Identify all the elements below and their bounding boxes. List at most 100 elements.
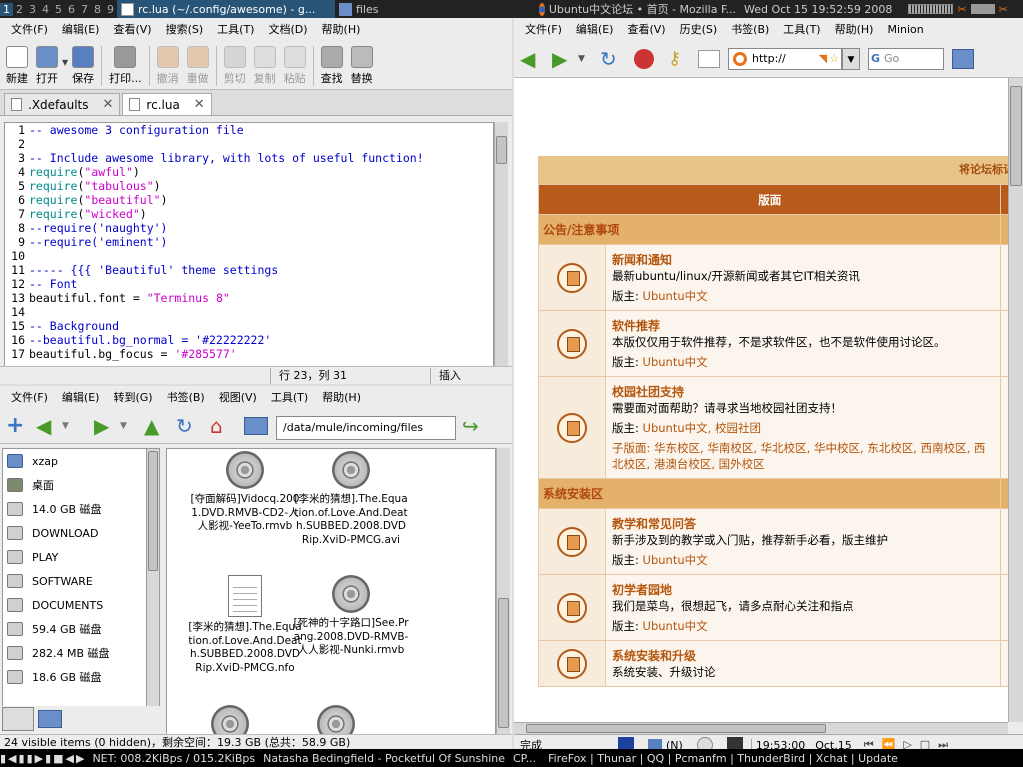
stop-icon[interactable] [634,48,654,69]
reload-icon[interactable]: ↻ [600,47,634,71]
file-item[interactable]: [夺面解码]Vidocq.2001.DVD.RMVB-CD2-人人影视-YeeT… [187,451,303,534]
sidebar-item[interactable]: 59.4 GB 磁盘 [3,617,159,641]
menu-item[interactable]: 书签(B) [724,21,776,37]
menu-item[interactable]: 查看(V) [106,21,158,37]
page-scrollbar[interactable] [1008,78,1023,722]
back-icon[interactable]: ◀ [520,47,552,71]
file-item[interactable]: [死神的十字路口]See.Prang.2008.DVD-RMVB-人人影视-Nu… [293,575,409,658]
devices-tab-icon[interactable] [2,707,34,731]
path-input[interactable]: /data/mule/incoming/files [276,416,456,440]
category-title[interactable]: 系统安装区 [537,478,1002,509]
forward-icon[interactable]: ▶ [94,414,120,438]
menu-item[interactable]: 编辑(E) [55,21,107,37]
new-tab-icon[interactable]: + [6,413,36,438]
tab-rc-lua[interactable]: rc.lua ✕ [122,93,212,115]
menu-item[interactable]: 文件(F) [4,389,55,405]
forward-icon[interactable]: ▶ [552,47,578,71]
subforums[interactable]: 子版面: 华东校区, 华南校区, 华北校区, 华中校区, 东北校区, 西南校区,… [612,440,994,472]
editor-scrollbar[interactable] [494,122,508,380]
code-editor[interactable]: 1 -- awesome 3 configuration file 2 3 -- Inc… [4,122,494,380]
tag-2[interactable]: 2 [13,3,26,16]
tag-1[interactable]: 1 [0,2,13,16]
star-icon[interactable]: ☆ [829,52,839,65]
tag-7[interactable]: 7 [78,3,91,16]
close-icon[interactable]: ✕ [103,97,114,112]
tag-3[interactable]: 3 [26,3,39,16]
sidebar-item[interactable]: 282.4 MB 磁盘 [3,641,159,665]
category-row[interactable]: 公告/注意事项 [537,214,1008,245]
menu-item[interactable]: 帮助(H) [315,389,368,405]
task-files[interactable]: files [335,0,535,18]
category-title[interactable]: 公告/注意事项 [537,214,1002,245]
forum-name[interactable]: 教学和常见问答 [612,515,994,532]
file-item[interactable]: [李米的猜想].The.Equation.of.Love.And.Death.S… [187,575,303,675]
forum-name[interactable]: 新闻和通知 [612,251,994,268]
file-item[interactable]: [李米的猜想].The.Equation.of.Love.And.Death.S… [293,451,409,547]
sidebar-scrollbar[interactable] [146,448,160,708]
menu-item[interactable]: 编辑(E) [569,21,621,37]
menu-item[interactable]: 搜索(S) [159,21,211,37]
menu-item[interactable]: 工具(T) [210,21,261,37]
find-button[interactable]: 查找 [317,44,347,88]
go-icon[interactable]: ↪ [462,414,479,438]
sidebar-item[interactable]: xzap [3,449,159,473]
menu-item[interactable]: 文档(D) [261,21,314,37]
redo-button[interactable]: 重做 [183,44,213,88]
home-icon[interactable]: ⌂ [210,414,244,438]
copy-button[interactable]: 复制 [250,44,280,88]
tag-9[interactable]: 9 [104,3,117,16]
menu-item[interactable]: 查看(V) [620,21,672,37]
tag-8[interactable]: 8 [91,3,104,16]
chevron-down-icon[interactable]: ▼ [842,47,860,70]
moderator-link[interactable]: Ubuntu中文 [643,619,708,633]
print-button[interactable]: 打印... [105,44,146,88]
chevron-down-icon[interactable]: ▼ [120,421,144,431]
bookmark-page-icon[interactable] [698,49,720,68]
sidebar-item[interactable]: 18.6 GB 磁盘 [3,665,159,689]
back-icon[interactable]: ◀ [36,414,62,438]
sidebar-item[interactable]: 桌面 [3,473,159,497]
cut-button[interactable]: 剪切 [220,44,250,88]
icons-scrollbar[interactable] [496,448,510,748]
moderator-link[interactable]: Ubuntu中文 [643,553,708,567]
layout-icon[interactable]: ✂ [957,3,966,16]
music-controls-icon[interactable]: ▮◀▮▮▶▮■◀▶ [0,752,86,765]
forum-name[interactable]: 校园社团支持 [612,383,994,400]
moderator-link[interactable]: Ubuntu中文 [643,355,708,369]
forum-name[interactable]: 软件推荐 [612,317,994,334]
replace-button[interactable]: 替换 [347,44,377,88]
page-hscrollbar[interactable] [514,722,1008,734]
rss-icon[interactable]: ◥ [819,52,827,65]
new-file-button[interactable]: 新建 [2,44,32,88]
forum-name[interactable]: 初学者园地 [612,581,994,598]
menu-item[interactable]: 历史(S) [673,21,725,37]
menu-item[interactable]: 文件(F) [4,21,55,37]
moderator-link[interactable]: Ubuntu中文, 校园社团 [643,421,761,435]
folder-icon[interactable] [244,416,268,435]
url-bar[interactable]: http:// ◥ ☆ [728,47,842,70]
menu-item[interactable]: 编辑(E) [55,389,107,405]
paste-button[interactable]: 粘贴 [280,44,310,88]
reload-icon[interactable]: ↻ [176,414,210,438]
menu-item[interactable]: 转到(G) [106,389,159,405]
save-button[interactable]: 保存 [68,44,98,88]
scroll-thumb[interactable] [526,724,826,733]
chevron-down-icon[interactable]: ▼ [578,54,600,64]
task-gedit[interactable]: rc.lua (~/.config/awesome) - g... [117,0,335,18]
sidebar-item[interactable]: DOCUMENTS [3,593,159,617]
menu-item[interactable]: 文件(F) [518,21,569,37]
extension-icon[interactable] [952,48,974,69]
scroll-thumb[interactable] [1010,86,1022,186]
category-row[interactable]: 系统安装区 [537,478,1008,509]
scroll-thumb[interactable] [148,451,158,571]
menu-item[interactable]: 视图(V) [212,389,264,405]
folder-tab-icon[interactable] [38,710,62,728]
sidebar-item[interactable]: PLAY [3,545,159,569]
sidebar-item[interactable]: SOFTWARE [3,569,159,593]
close-icon[interactable]: ✕ [194,97,205,112]
menu-item[interactable]: 书签(B) [160,389,212,405]
tag-4[interactable]: 4 [39,3,52,16]
menu-item[interactable]: 帮助(H) [315,21,368,37]
moderator-link[interactable]: Ubuntu中文 [643,289,708,303]
awesome-icon[interactable]: ✂ [999,3,1008,16]
